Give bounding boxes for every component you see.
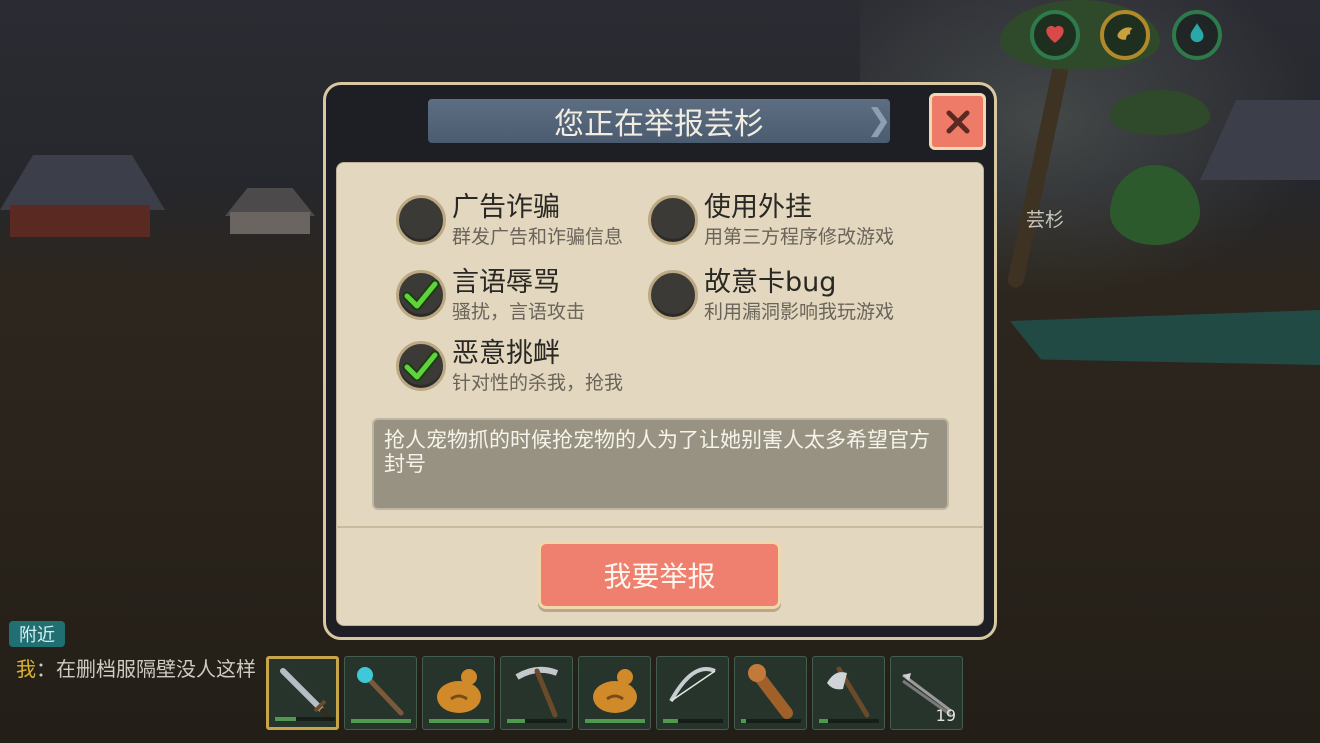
option-ad-fraud[interactable]: 广告诈骗 群发广告和诈骗信息 [396,192,624,249]
pickaxe-icon [515,666,559,718]
submit-report-button[interactable]: 我要举报 [538,541,781,609]
heart-icon [1042,20,1068,50]
chat-message: 我：在删档服隔壁没人这样 [16,657,256,681]
option-desc: 群发广告和诈骗信息 [452,226,624,248]
checkbox-unchecked[interactable] [396,195,446,245]
thirst-stat [1172,10,1222,60]
option-title: 故意卡bug [704,267,837,298]
chat-channel-tab[interactable]: 附近 [9,621,65,647]
health-stat [1030,10,1080,60]
hunger-stat [1100,10,1150,60]
checkbox-checked[interactable] [396,341,446,391]
house-left [10,205,150,237]
close-button[interactable] [929,93,986,150]
option-title: 言语辱骂 [452,267,560,298]
hotbar-slot-arrow[interactable]: 19 [890,656,963,730]
hotbar: 19 [266,656,963,732]
checkbox-unchecked[interactable] [648,270,698,320]
club-icon [748,664,793,719]
checkbox-checked[interactable] [396,270,446,320]
hotbar-slot-club[interactable] [734,656,807,730]
magic-staff-icon [357,667,404,716]
checkbox-unchecked[interactable] [648,195,698,245]
chat-text: ：在删档服隔壁没人这样 [36,657,256,681]
option-title: 使用外挂 [704,192,812,223]
hotbar-slot-pickaxe[interactable] [500,656,573,730]
hotbar-slot-bow[interactable] [656,656,729,730]
option-desc: 骚扰，言语攻击 [452,301,586,323]
option-verbal-abuse[interactable]: 言语辱骂 骚扰，言语攻击 [396,267,586,324]
water-drop-icon [1184,20,1210,50]
option-title: 恶意挑衅 [452,338,560,369]
option-title: 广告诈骗 [452,192,560,223]
report-reason-textarea[interactable]: 抢人宠物抓的时候抢宠物的人为了让她别害人太多希望官方封号 [372,418,949,510]
bow-icon [669,667,716,702]
food-icon [1112,20,1138,50]
house-far [230,212,310,234]
option-desc: 针对性的杀我，抢我 [452,372,624,394]
player-nametag: 芸杉 [1026,209,1065,231]
panel-divider [336,526,984,528]
hotbar-slot-sword[interactable] [266,656,339,730]
chat-sender[interactable]: 我 [16,657,36,681]
option-desc: 利用漏洞影响我玩游戏 [704,301,895,323]
sword-icon [280,668,331,719]
hotbar-slot-axe[interactable] [812,656,885,730]
close-icon [946,110,969,133]
dialog-title: 您正在举报芸杉 [428,99,890,143]
hotbar-slot-staff[interactable] [344,656,417,730]
option-bug-abuse[interactable]: 故意卡bug 利用漏洞影响我玩游戏 [648,267,895,324]
gourd-flask-icon [593,669,637,713]
battle-axe-icon [827,666,870,718]
checkmark-icon [402,350,440,382]
hotbar-slot-flask[interactable] [422,656,495,730]
house-roof [0,155,165,210]
gourd-flask-icon [437,669,481,713]
option-desc: 用第三方程序修改游戏 [704,226,895,248]
palm-leaf [1110,90,1210,135]
option-provocation[interactable]: 恶意挑衅 针对性的杀我，抢我 [396,338,624,395]
water-patch [1010,310,1320,365]
banner-ornament-right: ❯ [866,103,892,138]
checkmark-icon [402,279,440,311]
option-cheating[interactable]: 使用外挂 用第三方程序修改游戏 [648,192,895,249]
item-count: 19 [935,706,956,725]
hotbar-slot-flask[interactable] [578,656,651,730]
